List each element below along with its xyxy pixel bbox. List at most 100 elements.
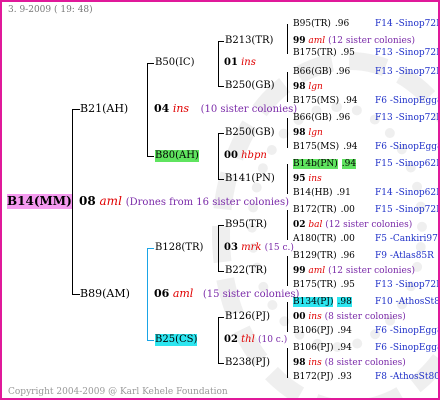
ancestor-value: .91 <box>336 188 351 198</box>
ancestor-id: B14b(PN) <box>293 159 338 169</box>
tree-connector <box>218 317 219 363</box>
sister-note: (8 sister colonies) <box>324 358 406 368</box>
ancestor-tag: F6 -SinopEgg86R <box>375 343 438 353</box>
root-lineage: 08 aml (Drones from 16 sister colonies) <box>79 194 289 210</box>
ancestor-value: .00 <box>340 205 355 215</box>
colony-node[interactable]: B80(AH) <box>155 150 199 162</box>
sister-note: (10 sister colonies) <box>200 104 298 115</box>
colony-node[interactable]: B95(TR) <box>225 219 267 231</box>
tree-connector <box>218 179 224 180</box>
ancestor-id: B95(TR) <box>293 19 331 29</box>
tree-connector <box>287 164 288 194</box>
ancestor-tag: F6 -SinopEgg86R <box>375 326 438 336</box>
sister-note: (12 sister colonies) <box>328 266 415 276</box>
tree-connector <box>218 225 219 271</box>
ancestor-value: .96 <box>334 19 350 29</box>
ancestor-id: B129(TR) <box>293 251 337 261</box>
ancestor-value: .93 <box>337 372 352 382</box>
root-colony-id[interactable]: B14(MM) <box>7 194 72 209</box>
colony-node[interactable]: B25(CS) <box>155 334 198 346</box>
colony-node[interactable]: B141(PN) <box>225 173 275 185</box>
ancestor-row[interactable]: B172(PJ) .93 F8 -AthosSt80R <box>293 371 438 383</box>
line-code: aml <box>99 194 122 208</box>
ancestor-id: B175(MS) <box>293 96 340 106</box>
tree-connector <box>218 41 224 42</box>
ancestor-id: B106(PJ) <box>293 343 334 353</box>
colony-node[interactable]: B128(TR) <box>155 242 203 254</box>
tree-connector <box>147 340 154 341</box>
tree-connector <box>218 317 224 318</box>
lineage-row: 99 aml (12 sister colonies) <box>293 35 415 47</box>
ancestor-id: B175(TR) <box>293 48 337 58</box>
line-code: aml <box>308 266 326 276</box>
tree-connector <box>147 63 154 64</box>
tree-connector <box>287 302 288 332</box>
tree-connector <box>218 133 224 134</box>
generation-number: 95 <box>293 174 306 184</box>
generation-number: 06 <box>154 287 170 300</box>
generation-number: 98 <box>293 82 306 92</box>
ancestor-row[interactable]: B175(TR) .95 F13 -Sinop72R <box>293 279 438 291</box>
generation-number: 02 <box>293 220 306 230</box>
ancestor-row[interactable]: B172(TR) .00 F15 -Sinop72R <box>293 204 438 216</box>
ancestor-tag: F6 -SinopEgg86R <box>375 142 438 152</box>
ancestor-value: .94 <box>343 142 358 152</box>
ancestor-row[interactable]: B175(MS).94 F6 -SinopEgg86R <box>293 141 438 153</box>
ancestor-row[interactable]: A180(TR) .00 F5 -Cankiri97R <box>293 233 438 245</box>
ancestor-tag: F14 -Sinop72R <box>375 19 440 29</box>
ancestor-row[interactable]: B95(TR) .96 F14 -Sinop72R <box>293 18 438 30</box>
colony-node[interactable]: B250(GB) <box>225 80 275 92</box>
tree-connector <box>287 256 288 286</box>
ancestor-value: .94 <box>337 326 352 336</box>
line-code: lgn <box>308 128 323 138</box>
tree-connector <box>287 24 288 54</box>
sister-note: (8 sister colonies) <box>324 312 406 322</box>
generation-number: 02 <box>224 334 238 345</box>
ancestor-value: .95 <box>340 48 355 58</box>
ancestor-value: .96 <box>340 251 355 261</box>
ancestor-row[interactable]: B175(MS).94 F6 -SinopEgg86R <box>293 95 438 107</box>
colony-node[interactable]: B250(GB) <box>225 127 275 139</box>
colony-node[interactable]: B89(AM) <box>80 287 130 301</box>
tree-connector <box>218 225 224 226</box>
generation-number: 08 <box>79 194 96 208</box>
tree-connector <box>287 72 288 102</box>
generation-number: 03 <box>224 242 238 253</box>
colony-node[interactable]: B50(IC) <box>155 57 194 69</box>
colony-node[interactable]: B21(AH) <box>80 102 128 116</box>
ancestor-id: B106(PJ) <box>293 326 334 336</box>
colony-node[interactable]: B238(PJ) <box>225 357 270 369</box>
colony-node[interactable]: B126(PJ) <box>225 311 270 323</box>
lineage-row: 01 ins <box>224 57 256 69</box>
line-code: ins <box>241 57 256 68</box>
ancestor-row[interactable]: B66(GB) .96 F13 -Sinop72R <box>293 112 438 124</box>
lineage-row: 02 bal (12 sister colonies) <box>293 219 412 231</box>
colony-node[interactable]: B22(TR) <box>225 265 267 277</box>
ancestor-row[interactable]: B175(TR) .95 F13 -Sinop72R <box>293 47 438 59</box>
lineage-row: 02 thl (10 c.) <box>224 334 287 346</box>
lineage-row: 99 aml (12 sister colonies) <box>293 265 415 277</box>
pedigree-panel: 3. 9-2009 ( 19: 48) Copyright 2004-2009 … <box>0 0 440 400</box>
ancestor-row[interactable]: B66(GB) .96 F13 -Sinop72R <box>293 66 438 78</box>
line-code: bal <box>308 220 323 230</box>
ancestor-row[interactable]: B106(PJ).94 F6 -SinopEgg86R <box>293 325 438 337</box>
ancestor-tag: F6 -SinopEgg86R <box>375 96 438 106</box>
tree-connector <box>147 248 154 249</box>
line-code: ins <box>172 102 190 115</box>
colony-node[interactable]: B213(TR) <box>225 35 273 47</box>
ancestor-row[interactable]: B14b(PN) .94 F15 -Sinop62R <box>293 158 438 170</box>
tree-connector <box>287 210 288 240</box>
ancestor-row[interactable]: B129(TR) .96 F9 -Atlas85R <box>293 250 434 262</box>
sister-note: (12 sister colonies) <box>325 220 413 230</box>
ancestor-row[interactable]: B106(PJ).94 F6 -SinopEgg86R <box>293 342 438 354</box>
ancestor-value: .96 <box>335 67 351 77</box>
line-code: ins <box>308 312 322 322</box>
line-code: ins <box>308 358 322 368</box>
ancestor-row[interactable]: B134(PJ).98 F10 -AthosSt80R <box>293 296 438 308</box>
tree-connector <box>72 294 80 295</box>
lineage-row: 00 hbpn <box>224 150 267 162</box>
ancestor-value: .94 <box>337 343 352 353</box>
lineage-row: 06 aml (15 sister colonies) <box>154 287 299 302</box>
ancestor-row[interactable]: B14(HB) .91 F14 -Sinop62R <box>293 187 438 199</box>
generation-number: 98 <box>293 128 306 138</box>
